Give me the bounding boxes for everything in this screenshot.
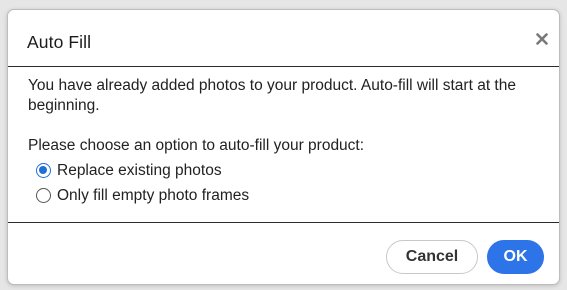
options-prompt: Please choose an option to auto-fill you… [28, 137, 365, 154]
close-icon [536, 32, 548, 50]
close-button[interactable] [531, 30, 553, 52]
option-label: Replace existing photos [57, 161, 222, 179]
option-fill-empty[interactable]: Only fill empty photo frames [36, 183, 545, 208]
dialog-header: Auto Fill [8, 10, 559, 67]
auto-fill-dialog: Auto Fill You have already added photos … [7, 9, 560, 285]
option-label: Only fill empty photo frames [57, 186, 250, 204]
radio-fill-empty[interactable] [36, 188, 51, 203]
footer-divider [8, 222, 559, 223]
dialog-body: You have already added photos to your pr… [28, 76, 545, 208]
radio-replace-existing[interactable] [36, 163, 51, 178]
ok-button[interactable]: OK [487, 240, 544, 274]
dialog-message: You have already added photos to your pr… [28, 77, 516, 114]
cancel-button[interactable]: Cancel [386, 240, 478, 274]
dialog-title: Auto Fill [27, 32, 92, 52]
option-replace-existing[interactable]: Replace existing photos [36, 158, 545, 183]
